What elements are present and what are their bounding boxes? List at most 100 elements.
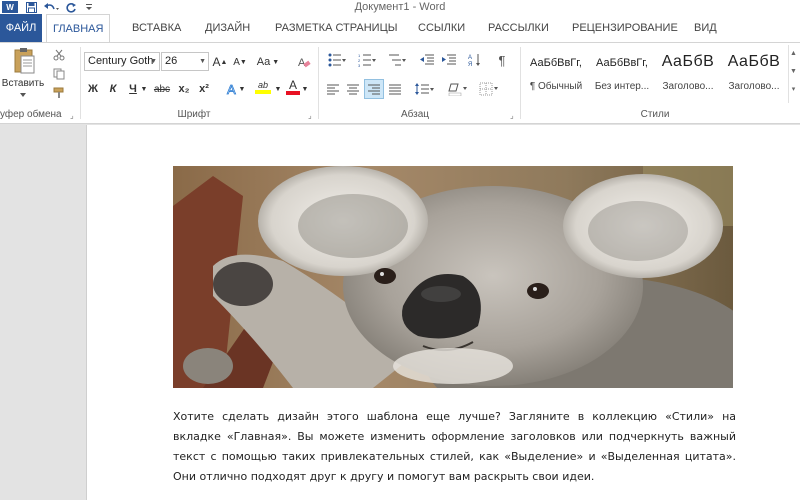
bullets-icon[interactable] xyxy=(324,51,350,69)
font-group-label: Шрифт xyxy=(177,109,211,120)
customize-icon[interactable] xyxy=(80,1,98,13)
body-paragraph[interactable]: Хотите сделать дизайн этого шаблона еще … xyxy=(173,407,736,487)
borders-icon[interactable] xyxy=(476,80,502,98)
svg-text:A: A xyxy=(468,55,472,61)
styles-group-label: Стили xyxy=(640,109,670,120)
shrink-font-button[interactable]: A ▼ xyxy=(232,53,248,71)
numbering-icon[interactable]: 123 xyxy=(354,51,380,69)
svg-text:A: A xyxy=(298,57,306,69)
paste-dropdown-icon[interactable] xyxy=(18,91,28,99)
tab-page-layout[interactable]: РАЗМЕТКА СТРАНИЦЫ xyxy=(269,14,403,42)
tab-home[interactable]: ГЛАВНАЯ xyxy=(46,14,111,43)
document-page[interactable]: Хотите сделать дизайн этого шаблона еще … xyxy=(86,125,800,500)
paste-icon[interactable] xyxy=(6,47,42,75)
group-separator xyxy=(318,47,319,119)
styles-gallery: АаБбВвГг, ¶ Обычный АаБбВвГг, Без интер.… xyxy=(524,45,786,103)
grow-font-button[interactable]: A ▲ xyxy=(212,53,228,71)
align-center-icon[interactable] xyxy=(344,80,362,98)
font-color-label: A xyxy=(288,77,297,92)
ribbon: Вставить уфер обмена ⌟ Century Goth ▼ 26… xyxy=(0,42,800,124)
style-name: Без интер... xyxy=(594,81,650,92)
font-color-dropdown-icon[interactable]: ▼ xyxy=(301,80,309,98)
style-normal[interactable]: АаБбВвГг, ¶ Обычный xyxy=(524,45,588,99)
styles-gallery-scroll[interactable]: ▲ ▼ ▾ xyxy=(788,45,798,103)
svg-text:Я: Я xyxy=(468,62,472,67)
style-name: Заголово... xyxy=(728,81,780,92)
font-size-combo[interactable]: 26 ▼ xyxy=(161,52,209,71)
style-sample: АаБбВвГг, xyxy=(530,57,582,69)
svg-text:3: 3 xyxy=(358,63,361,67)
highlight-label: ab xyxy=(257,80,268,90)
shading-icon[interactable] xyxy=(446,80,470,98)
style-heading-1[interactable]: АаБбВ Заголово... xyxy=(656,45,720,99)
tab-mailings[interactable]: РАССЫЛКИ xyxy=(482,14,555,42)
tab-view[interactable]: ВИД xyxy=(688,14,723,42)
paste-button[interactable]: Вставить xyxy=(0,76,46,90)
style-no-spacing[interactable]: АаБбВвГг, Без интер... xyxy=(590,45,654,99)
style-heading-2[interactable]: АаБбВ Заголово... xyxy=(722,45,786,99)
group-separator xyxy=(80,47,81,119)
increase-indent-icon[interactable] xyxy=(440,51,458,69)
bold-button[interactable]: Ж xyxy=(86,80,100,98)
koala-image[interactable] xyxy=(173,166,733,388)
line-spacing-icon[interactable] xyxy=(412,80,438,98)
style-sample: АаБбВ xyxy=(727,53,781,70)
clipboard-launcher-icon[interactable]: ⌟ xyxy=(70,111,74,120)
title-bar: Документ1 - Word W xyxy=(0,0,800,14)
style-name: ¶ Обычный xyxy=(529,81,583,92)
font-name-combo[interactable]: Century Goth ▼ xyxy=(84,52,160,71)
superscript-button[interactable]: x² xyxy=(196,80,212,98)
justify-icon[interactable] xyxy=(386,80,404,98)
font-size-value: 26 xyxy=(165,55,178,67)
ribbon-tabs: ФАЙЛ ГЛАВНАЯ ВСТАВКА ДИЗАЙН РАЗМЕТКА СТР… xyxy=(0,14,800,43)
word-logo-icon: W xyxy=(2,1,18,13)
undo-icon[interactable] xyxy=(40,1,62,13)
font-launcher-icon[interactable]: ⌟ xyxy=(308,111,312,120)
font-name-value: Century Goth xyxy=(88,55,154,67)
highlight-color-bar xyxy=(255,90,271,94)
tab-insert[interactable]: ВСТАВКА xyxy=(126,14,187,42)
multilevel-list-icon[interactable] xyxy=(384,51,410,69)
highlight-dropdown-icon[interactable]: ▼ xyxy=(274,80,282,98)
paragraph-group-label: Абзац xyxy=(400,109,430,120)
chevron-down-icon[interactable]: ▼ xyxy=(789,63,798,81)
format-painter-icon[interactable] xyxy=(50,85,68,101)
chevron-up-icon[interactable]: ▲ xyxy=(789,45,798,63)
change-case-label: Aa xyxy=(256,56,271,68)
save-icon[interactable] xyxy=(22,1,40,13)
copy-icon[interactable] xyxy=(50,66,68,82)
underline-dropdown-icon[interactable]: ▼ xyxy=(140,80,148,98)
chevron-down-icon: ▼ xyxy=(150,58,157,65)
text-effects-button[interactable]: A ▼ xyxy=(224,80,246,98)
decrease-indent-icon[interactable] xyxy=(418,51,436,69)
change-case-button[interactable]: Aa ▼ xyxy=(256,53,280,71)
window-title: Документ1 - Word xyxy=(354,1,446,13)
paragraph-launcher-icon[interactable]: ⌟ xyxy=(510,111,514,120)
align-left-icon[interactable] xyxy=(324,80,342,98)
shrink-font-label: A xyxy=(233,56,240,68)
font-color-button[interactable]: A xyxy=(284,78,302,96)
subscript-button[interactable]: x₂ xyxy=(176,80,192,98)
show-formatting-marks-button[interactable]: ¶ xyxy=(494,51,510,69)
style-name: Заголово... xyxy=(662,81,714,92)
quick-access-toolbar: W xyxy=(0,0,98,14)
cut-icon[interactable] xyxy=(50,47,68,63)
underline-button[interactable]: Ч xyxy=(126,80,140,98)
tab-file[interactable]: ФАЙЛ xyxy=(0,14,42,42)
align-right-icon[interactable] xyxy=(364,79,384,99)
grow-font-label: A xyxy=(212,55,221,69)
highlight-button[interactable]: ab xyxy=(250,78,276,96)
tab-design[interactable]: ДИЗАЙН xyxy=(199,14,256,42)
style-sample: АаБбВвГг, xyxy=(596,57,648,69)
tab-review[interactable]: РЕЦЕНЗИРОВАНИЕ xyxy=(566,14,684,42)
document-area: Хотите сделать дизайн этого шаблона еще … xyxy=(0,125,800,500)
strikethrough-button[interactable]: abc xyxy=(153,80,171,98)
clear-formatting-icon[interactable]: A xyxy=(294,53,314,71)
italic-button[interactable]: К xyxy=(106,80,120,98)
style-sample: АаБбВ xyxy=(661,53,715,70)
sort-icon[interactable]: AЯ xyxy=(466,51,484,69)
redo-icon[interactable] xyxy=(62,1,80,13)
chevron-down-icon: ▼ xyxy=(199,58,206,65)
gallery-more-icon[interactable]: ▾ xyxy=(789,81,798,99)
tab-references[interactable]: ССЫЛКИ xyxy=(412,14,471,42)
